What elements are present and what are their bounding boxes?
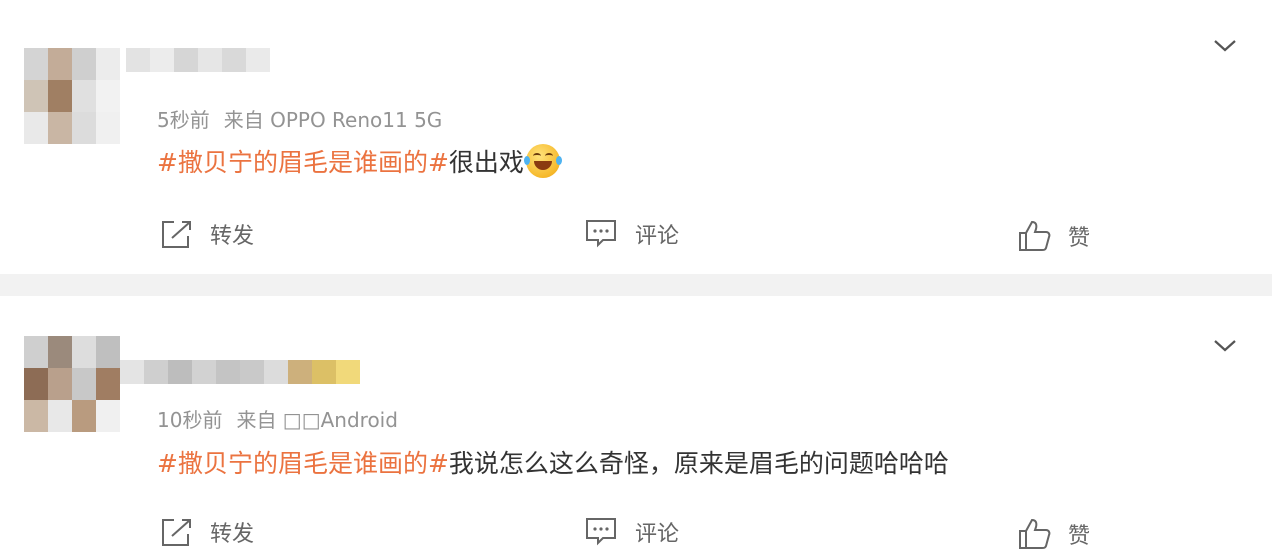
avatar-tile [24,368,48,400]
comment-button[interactable]: 评论 [585,516,679,548]
repost-label: 转发 [210,224,255,249]
blur-tile [246,48,270,72]
avatar-tile [48,80,72,112]
username[interactable] [126,48,270,72]
avatar-tile [96,368,120,400]
post-text: #撒贝宁的眉毛是谁画的#很出戏 [157,143,562,179]
avatar-tile [72,112,96,144]
thumbs-up-icon [1019,518,1051,549]
repost-icon [162,221,191,248]
avatar-tile [96,48,120,80]
chevron-down-icon[interactable] [1212,332,1238,358]
card-separator [0,274,1272,296]
blur-tile [174,48,198,72]
repost-button[interactable]: 转发 [160,218,254,250]
comment-icon [586,220,616,248]
post-source: 来自 □□Android [236,408,398,432]
avatar-tile [72,400,96,432]
post-source: 来自 OPPO Reno11 5G [223,108,443,132]
blur-tile [216,360,240,384]
like-label: 赞 [1068,524,1091,549]
avatar[interactable] [24,336,120,432]
avatar-tile [96,112,120,144]
like-label: 赞 [1068,226,1091,251]
repost-button[interactable]: 转发 [160,516,254,548]
avatar-tile [96,336,120,368]
avatar-tile [72,48,96,80]
blur-tile [240,360,264,384]
blur-tile [192,360,216,384]
avatar-tile [48,368,72,400]
blur-tile [198,48,222,72]
avatar-tile [96,400,120,432]
blur-tile [126,48,150,72]
repost-label: 转发 [210,522,255,547]
avatar-tile [24,336,48,368]
laughing-tears-emoji [523,144,562,178]
blur-tile [120,360,144,384]
chevron-down-icon[interactable] [1212,32,1238,58]
blur-tile [168,360,192,384]
like-button[interactable]: 赞 [1018,220,1090,252]
avatar-tile [48,112,72,144]
blur-tile [288,360,312,384]
post-meta: 10秒前 来自 □□Android [157,404,412,433]
like-button[interactable]: 赞 [1018,518,1090,550]
username[interactable] [120,360,360,384]
avatar-tile [96,80,120,112]
comment-label: 评论 [635,522,680,547]
post-body: 很出戏 [448,148,524,177]
avatar-tile [24,112,48,144]
blur-tile [150,48,174,72]
avatar-tile [48,48,72,80]
comment-button[interactable]: 评论 [585,218,679,250]
post-card: 5秒前 来自 OPPO Reno11 5G #撒贝宁的眉毛是谁画的#很出戏 转发 … [0,0,1272,274]
blur-tile [264,360,288,384]
post-time: 5秒前 [157,108,210,132]
repost-icon [162,519,191,546]
avatar[interactable] [24,48,120,144]
hashtag-link[interactable]: #撒贝宁的眉毛是谁画的# [157,449,449,478]
avatar-tile [24,400,48,432]
avatar-tile [48,336,72,368]
post-card: 10秒前 来自 □□Android #撒贝宁的眉毛是谁画的#我说怎么这么奇怪，原来… [0,296,1272,558]
thumbs-up-icon [1019,220,1051,251]
avatar-tile [48,400,72,432]
post-body: 我说怎么这么奇怪，原来是眉毛的问题哈哈哈 [448,449,949,478]
avatar-tile [72,368,96,400]
post-meta: 5秒前 来自 OPPO Reno11 5G [157,104,456,133]
comment-label: 评论 [635,224,680,249]
comment-icon [586,518,616,546]
avatar-tile [72,80,96,112]
avatar-tile [24,48,48,80]
blur-tile [144,360,168,384]
post-time: 10秒前 [157,408,223,432]
blur-tile [312,360,336,384]
hashtag-link[interactable]: #撒贝宁的眉毛是谁画的# [157,148,449,177]
avatar-tile [24,80,48,112]
post-text: #撒贝宁的眉毛是谁画的#我说怎么这么奇怪，原来是眉毛的问题哈哈哈 [157,444,949,480]
blur-tile [222,48,246,72]
blur-tile [336,360,360,384]
avatar-tile [72,336,96,368]
